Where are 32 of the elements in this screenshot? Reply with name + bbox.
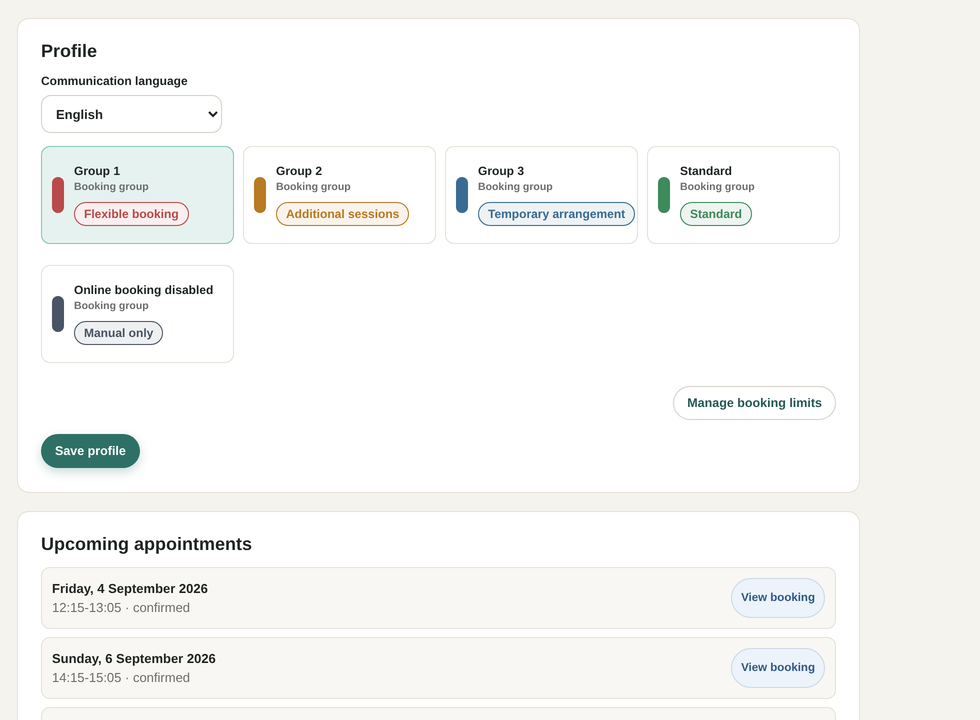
group-subtitle: Booking group: [680, 181, 755, 193]
group-tag: Temporary arrangement: [478, 202, 636, 226]
language-select[interactable]: English: [41, 95, 222, 133]
appointment-detail: 14:15-15:05 · confirmed: [52, 670, 192, 685]
appointment-date: Sunday, 6 September 2026: [52, 651, 216, 666]
group-name: Group 2: [276, 164, 322, 178]
group-tag: Standard: [680, 202, 752, 226]
group-name: Group 3: [478, 164, 524, 178]
appointment-date: Friday, 4 September 2026: [52, 581, 208, 596]
section-title: Profile: [41, 41, 98, 62]
group-subtitle: Booking group: [478, 181, 553, 193]
group-name: Online booking disabled: [74, 283, 214, 297]
group-name: Standard: [680, 164, 732, 178]
manage-limits-button[interactable]: Manage booking limits: [673, 386, 836, 420]
section-title: Upcoming appointments: [41, 534, 253, 555]
group-card[interactable]: Group 2 Booking group Additional sessions: [243, 146, 436, 244]
group-card[interactable]: Group 3 Booking group Temporary arrangement: [445, 146, 638, 244]
group-card[interactable]: Group 1 Booking group Flexible booking: [41, 146, 234, 244]
save-button[interactable]: Save profile: [41, 434, 140, 468]
appointment-detail: 12:15-13:05 · confirmed: [52, 600, 192, 615]
group-subtitle: Booking group: [276, 181, 351, 193]
group-tag: Additional sessions: [276, 202, 410, 226]
group-subtitle: Booking group: [74, 181, 149, 193]
view-booking-button[interactable]: View booking: [731, 648, 825, 688]
group-card[interactable]: Online booking disabled Booking group Manual only: [41, 265, 234, 363]
group-card[interactable]: Standard Booking group Standard: [647, 146, 840, 244]
view-booking-button[interactable]: View booking: [731, 578, 825, 618]
group-name: Group 1: [74, 164, 120, 178]
group-tag: Flexible booking: [74, 202, 189, 226]
field-label: Communication language: [41, 74, 189, 88]
group-tag: Manual only: [74, 321, 164, 345]
group-subtitle: Booking group: [74, 300, 149, 312]
